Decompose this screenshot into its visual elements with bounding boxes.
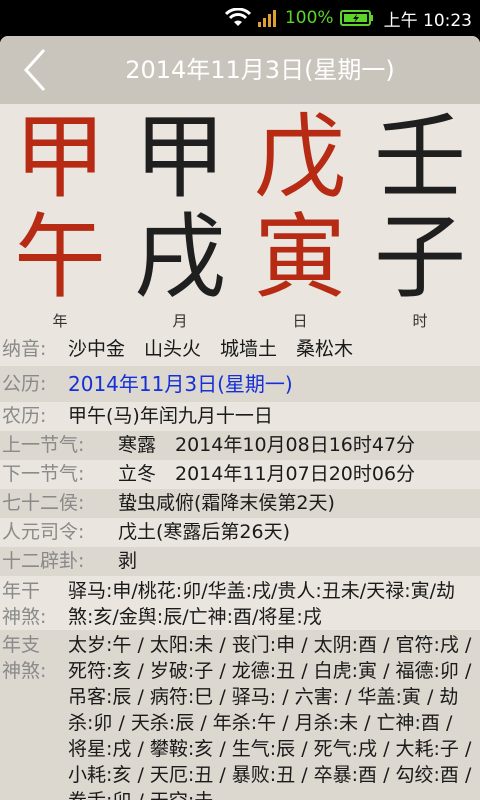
row-next-jieqi: 下一节气: 立冬 2014年11月07日20时06分 — [0, 460, 480, 489]
gongli-value[interactable]: 2014年11月3日(星期一) — [68, 366, 476, 402]
label-day: 日 — [292, 312, 308, 330]
year-zhi: 午 — [13, 204, 106, 311]
gongli-label: 公历: — [2, 373, 47, 395]
pillar-month: 甲 戌 — [120, 112, 240, 312]
clock: 上午 10:23 — [383, 10, 472, 31]
nianzhi-label-1: 年支 — [2, 634, 41, 656]
nayin-value: 沙中金 山头火 城墙土 桑松木 — [68, 338, 354, 360]
hou-value: 蛰虫咸俯(霜降末侯第2天) — [118, 492, 335, 514]
pillar-hour: 壬 子 — [360, 112, 480, 312]
row-siling: 人元司令: 戊土(寒露后第26天) — [0, 518, 480, 547]
row-hou: 七十二侯: 蛰虫咸俯(霜降末侯第2天) — [0, 489, 480, 518]
row-nayin: 纳音: 沙中金 山头火 城墙土 桑松木 — [0, 332, 480, 366]
nongli-value: 甲午(马)年闰九月十一日 — [68, 405, 273, 427]
label-year: 年 — [52, 312, 68, 330]
next-jieqi-label: 下一节气: — [2, 463, 85, 485]
bigua-value: 剥 — [118, 550, 138, 572]
niangan-label-2: 神煞: — [2, 606, 47, 628]
day-zhi: 寅 — [253, 204, 346, 311]
label-hour: 时 — [412, 312, 428, 330]
app-window: 2014年11月3日(星期一) 甲 午 甲 戌 戊 寅 壬 子 年 月 日 时 … — [0, 36, 480, 800]
row-bigua: 十二辟卦: 剥 — [0, 547, 480, 576]
row-nianzhi: 年支 神煞: 太岁:午 / 太阳:未 / 丧门:申 / 太阴:酉 / 官符:戌 … — [0, 630, 480, 800]
label-month: 月 — [172, 312, 188, 330]
hour-zhi: 子 — [373, 204, 466, 311]
page-title: 2014年11月3日(星期一) — [125, 56, 395, 84]
chevron-left-icon — [23, 48, 46, 92]
bazi-grid: 甲 午 甲 戌 戊 寅 壬 子 年 月 日 时 — [0, 104, 480, 332]
row-niangan: 年干 神煞: 驿马:申/桃花:卯/华盖:戌/贵人:丑未/天禄:寅/劫煞:亥/金舆… — [0, 576, 480, 630]
wifi-icon — [224, 8, 251, 28]
nianzhi-label-2: 神煞: — [2, 660, 47, 682]
niangan-label-1: 年干 — [2, 580, 41, 602]
month-gan: 甲 — [133, 104, 226, 211]
nayin-label: 纳音: — [2, 338, 47, 360]
prev-jieqi-label: 上一节气: — [2, 434, 85, 456]
nongli-label: 农历: — [2, 405, 47, 427]
battery-percent: 100% — [284, 8, 334, 28]
row-nongli: 农历: 甲午(马)年闰九月十一日 — [0, 402, 480, 431]
next-jieqi-value: 立冬 2014年11月07日20时06分 — [118, 463, 416, 485]
hour-gan: 壬 — [373, 104, 466, 211]
siling-value: 戊土(寒露后第26天) — [118, 521, 291, 543]
prev-jieqi-value: 寒露 2014年10月08日16时47分 — [118, 434, 416, 456]
row-gongli[interactable]: 公历: 2014年11月3日(星期一) — [0, 366, 480, 402]
year-gan: 甲 — [13, 104, 106, 211]
month-zhi: 戌 — [133, 204, 226, 311]
status-icons: 100% 上午 10:23 — [224, 0, 472, 36]
status-bar: 100% 上午 10:23 — [0, 0, 480, 36]
title-bar: 2014年11月3日(星期一) — [0, 36, 480, 104]
pillar-year: 甲 午 — [0, 112, 120, 312]
signal-icon — [257, 8, 279, 28]
pillar-day: 戊 寅 — [240, 112, 360, 312]
siling-label: 人元司令: — [2, 521, 85, 543]
battery-icon — [339, 8, 374, 28]
bigua-label: 十二辟卦: — [2, 550, 85, 572]
info-list: 纳音: 沙中金 山头火 城墙土 桑松木 公历: 2014年11月3日(星期一) … — [0, 332, 480, 800]
back-button[interactable] — [18, 46, 58, 94]
row-prev-jieqi: 上一节气: 寒露 2014年10月08日16时47分 — [0, 431, 480, 460]
niangan-value: 驿马:申/桃花:卯/华盖:戌/贵人:丑未/天禄:寅/劫煞:亥/金舆:辰/亡神:酉… — [68, 580, 456, 628]
day-gan: 戊 — [253, 104, 346, 211]
hou-label: 七十二侯: — [2, 492, 85, 514]
nianzhi-value: 太岁:午 / 太阳:未 / 丧门:申 / 太阴:酉 / 官符:戌 / 死符:亥 … — [68, 634, 472, 800]
